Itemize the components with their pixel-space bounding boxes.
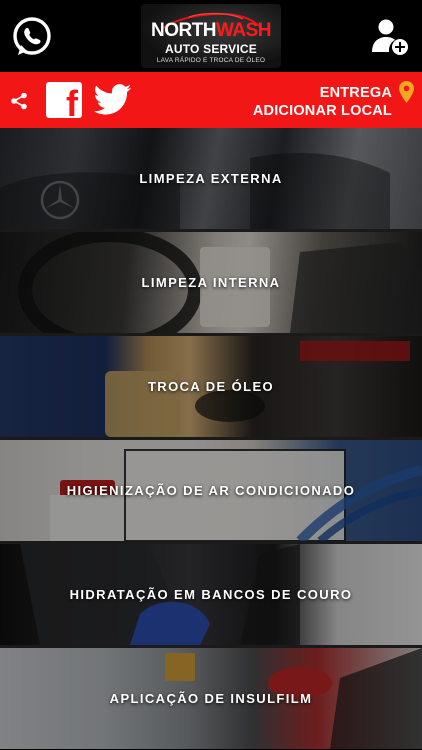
services-list: LIMPEZA EXTERNA LIMPEZA INTERNA TROCA DE…	[0, 128, 422, 750]
facebook-icon[interactable]: f	[46, 82, 82, 122]
service-label: HIGIENIZAÇÃO DE AR CONDICIONADO	[66, 483, 356, 498]
service-label: TROCA DE ÓLEO	[147, 379, 275, 394]
service-tile-window-film[interactable]: APLICAÇÃO DE INSULFILM	[0, 648, 422, 749]
location-pin-icon[interactable]	[399, 81, 414, 103]
add-location-label: ADICIONAR LOCAL	[252, 103, 392, 119]
service-label: LIMPEZA EXTERNA	[139, 171, 283, 186]
service-tile-interior-wash[interactable]: LIMPEZA INTERNA	[0, 232, 422, 333]
service-tile-oil-change[interactable]: TROCA DE ÓLEO	[0, 336, 422, 437]
service-tile-exterior-wash[interactable]: LIMPEZA EXTERNA	[0, 128, 422, 229]
service-label: HIDRATAÇÃO EM BANCOS DE COURO	[69, 587, 353, 602]
logo-subtitle: AUTO SERVICE	[165, 42, 257, 56]
logo-north: NORTH	[150, 20, 217, 41]
logo-wash: WASH	[216, 20, 272, 41]
logo-wordmark: NORTHWASH	[141, 21, 281, 41]
twitter-icon[interactable]	[94, 84, 132, 116]
app-header: NORTHWASH AUTO SERVICE LAVA RÁPIDO E TRO…	[0, 0, 422, 72]
delivery-location[interactable]: ENTREGA ADICIONAR LOCAL	[253, 84, 392, 120]
logo-tagline: LAVA RÁPIDO E TROCA DE ÓLEO	[156, 57, 266, 64]
add-user-icon[interactable]	[370, 18, 410, 56]
service-label: APLICAÇÃO DE INSULFILM	[109, 691, 313, 706]
share-icon[interactable]	[10, 92, 28, 110]
action-bar: f ENTREGA ADICIONAR LOCAL	[0, 72, 422, 128]
service-tile-leather-hydration[interactable]: HIDRATAÇÃO EM BANCOS DE COURO	[0, 544, 422, 645]
whatsapp-icon[interactable]	[10, 15, 54, 59]
brand-logo: NORTHWASH AUTO SERVICE LAVA RÁPIDO E TRO…	[141, 4, 281, 68]
delivery-label: ENTREGA	[319, 85, 392, 101]
service-tile-ac-cleaning[interactable]: HIGIENIZAÇÃO DE AR CONDICIONADO	[0, 440, 422, 541]
service-label: LIMPEZA INTERNA	[141, 275, 281, 290]
